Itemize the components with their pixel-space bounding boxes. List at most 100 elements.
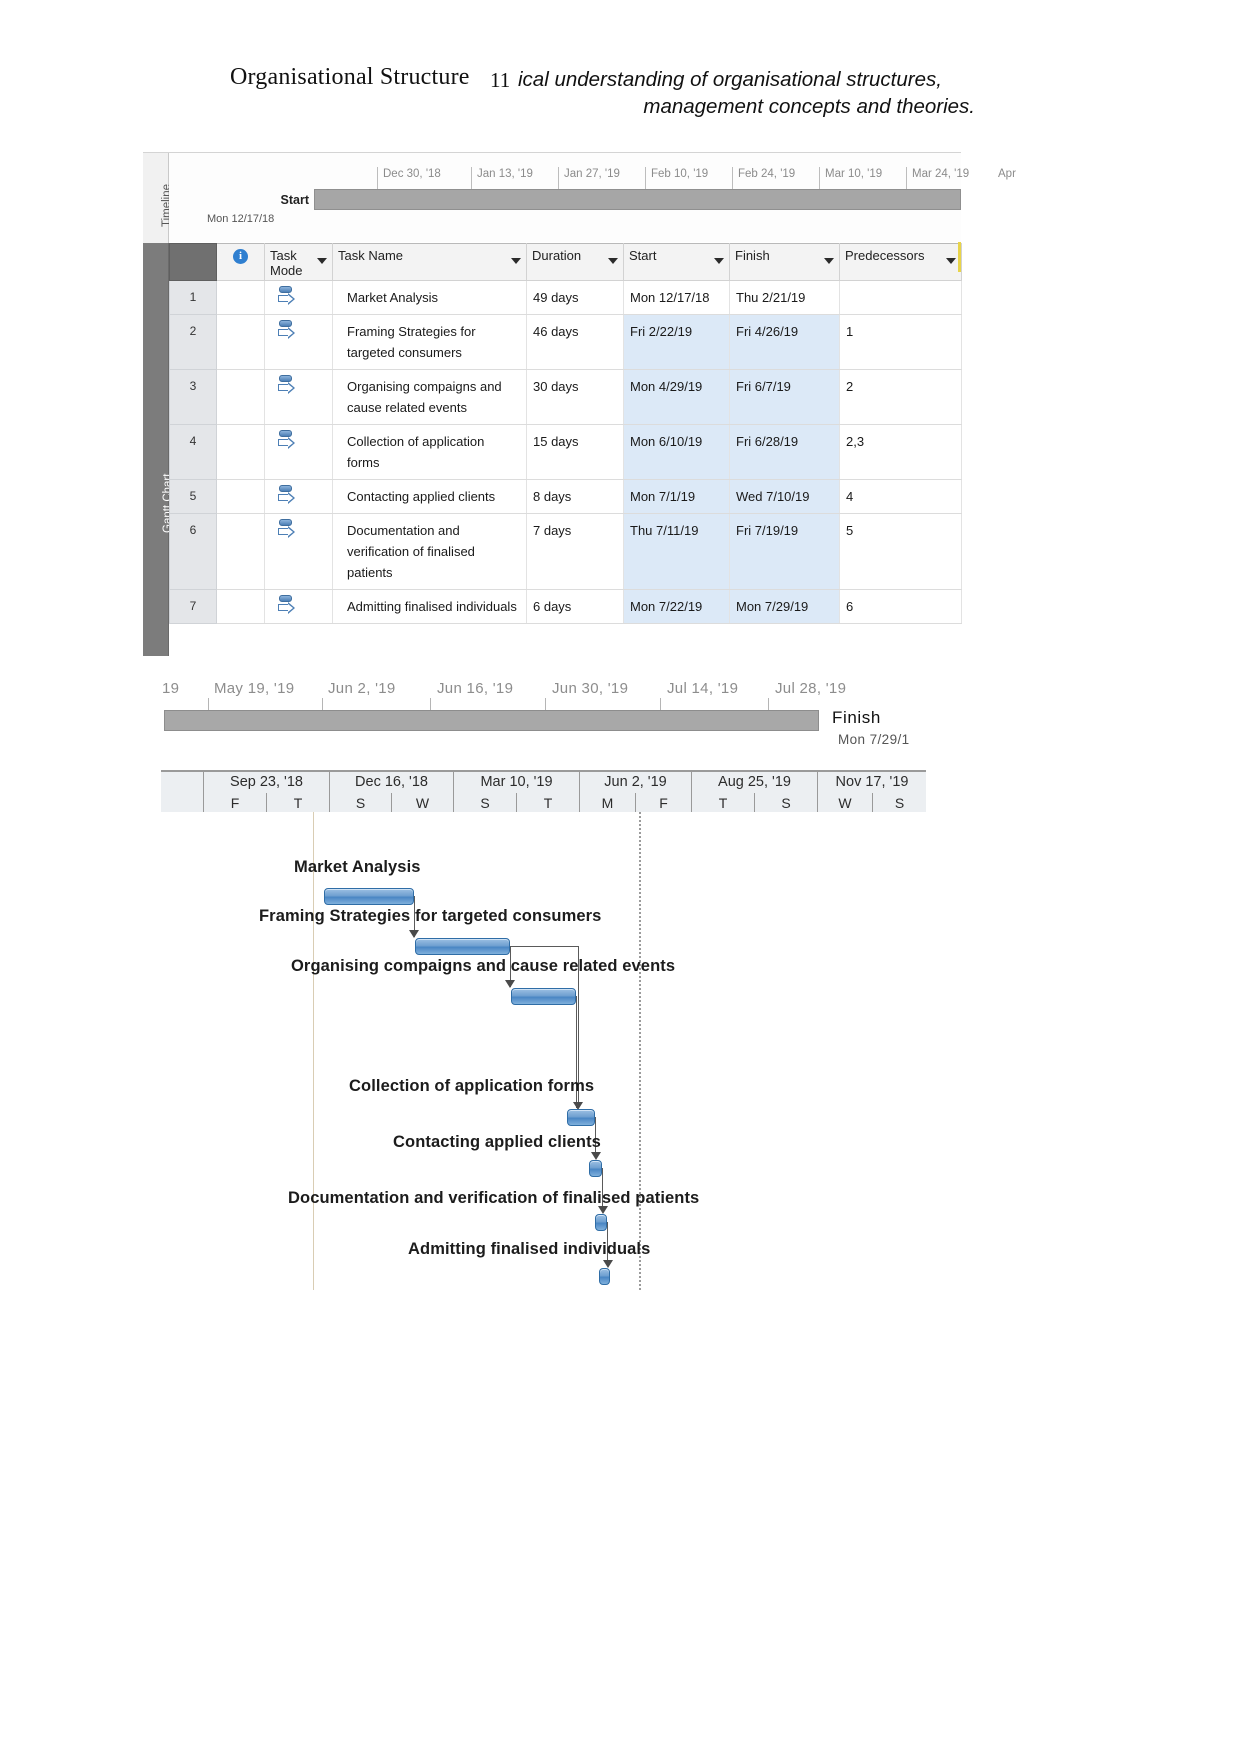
row-indicator[interactable] bbox=[216, 369, 265, 425]
row-finish[interactable]: Fri 6/28/19 bbox=[729, 424, 840, 480]
chevron-down-icon[interactable] bbox=[608, 258, 618, 264]
row-predecessors[interactable]: 2,3 bbox=[839, 424, 962, 480]
row-duration[interactable]: 30 days bbox=[526, 369, 624, 425]
gantt-bar-label: Admitting finalised individuals bbox=[408, 1240, 651, 1258]
gantt-bar[interactable] bbox=[415, 938, 510, 955]
row-task-name[interactable]: Contacting applied clients bbox=[332, 479, 527, 514]
table-row[interactable]: 3 Organising compaigns and cause related… bbox=[169, 369, 962, 425]
table-row[interactable]: 4 Collection of application forms 15 day… bbox=[169, 424, 962, 480]
row-task-name[interactable]: Collection of application forms bbox=[332, 424, 527, 480]
row-task-name[interactable]: Organising compaigns and cause related e… bbox=[332, 369, 527, 425]
row-task-mode[interactable] bbox=[264, 589, 333, 624]
chevron-down-icon[interactable] bbox=[824, 258, 834, 264]
column-header-finish[interactable]: Finish bbox=[729, 243, 840, 281]
gantt-bar[interactable] bbox=[589, 1160, 602, 1177]
gantt-bar[interactable] bbox=[567, 1109, 595, 1126]
row-start[interactable]: Mon 7/1/19 bbox=[623, 479, 730, 514]
row-id[interactable]: 4 bbox=[169, 424, 217, 480]
row-id[interactable]: 7 bbox=[169, 589, 217, 624]
row-id[interactable]: 6 bbox=[169, 513, 217, 590]
row-duration[interactable]: 46 days bbox=[526, 314, 624, 370]
row-finish[interactable]: Fri 7/19/19 bbox=[729, 513, 840, 590]
timeline2-span-bar[interactable] bbox=[164, 710, 819, 731]
column-header-task-name[interactable]: Task Name bbox=[332, 243, 527, 281]
column-header-label: Finish bbox=[735, 248, 770, 263]
table-row[interactable]: 7 Admitting finalised individuals 6 days… bbox=[169, 589, 962, 624]
table-row[interactable]: 1 Market Analysis 49 days Mon 12/17/18 T… bbox=[169, 280, 962, 315]
timeline-finish-label: Finish bbox=[832, 708, 881, 727]
gantt-day-cell: S bbox=[754, 793, 817, 814]
row-task-mode[interactable] bbox=[264, 513, 333, 590]
gantt-bar[interactable] bbox=[599, 1268, 610, 1285]
row-task-mode[interactable] bbox=[264, 479, 333, 514]
row-indicator[interactable] bbox=[216, 513, 265, 590]
gantt-bar[interactable] bbox=[511, 988, 576, 1005]
row-indicator[interactable] bbox=[216, 424, 265, 480]
row-duration[interactable]: 6 days bbox=[526, 589, 624, 624]
row-task-name[interactable]: Documentation and verification of finali… bbox=[332, 513, 527, 590]
row-indicator[interactable] bbox=[216, 589, 265, 624]
row-predecessors[interactable]: 2 bbox=[839, 369, 962, 425]
table-row[interactable]: 2 Framing Strategies for targeted consum… bbox=[169, 314, 962, 370]
row-finish[interactable]: Thu 2/21/19 bbox=[729, 280, 840, 315]
row-task-mode[interactable] bbox=[264, 369, 333, 425]
row-finish[interactable]: Wed 7/10/19 bbox=[729, 479, 840, 514]
gantt-day-cell: W bbox=[391, 793, 453, 814]
timeline-continuation[interactable]: 19 May 19, '19 Jun 2, '19 Jun 16, '19 Ju… bbox=[160, 680, 960, 760]
table-row[interactable]: 6 Documentation and verification of fina… bbox=[169, 513, 962, 590]
table-row[interactable]: 5 Contacting applied clients 8 days Mon … bbox=[169, 479, 962, 514]
row-duration[interactable]: 7 days bbox=[526, 513, 624, 590]
row-id[interactable]: 5 bbox=[169, 479, 217, 514]
row-predecessors[interactable]: 4 bbox=[839, 479, 962, 514]
gantt-chart-strip[interactable] bbox=[143, 243, 169, 656]
gantt-bar[interactable] bbox=[595, 1214, 607, 1231]
row-duration[interactable]: 49 days bbox=[526, 280, 624, 315]
row-task-mode[interactable] bbox=[264, 424, 333, 480]
chevron-down-icon[interactable] bbox=[511, 258, 521, 264]
row-indicator[interactable] bbox=[216, 479, 265, 514]
row-indicator[interactable] bbox=[216, 280, 265, 315]
timeline-span-bar[interactable] bbox=[314, 189, 961, 210]
gantt-bar[interactable] bbox=[324, 888, 414, 905]
row-start[interactable]: Fri 2/22/19 bbox=[623, 314, 730, 370]
column-header-start[interactable]: Start bbox=[623, 243, 730, 281]
row-finish[interactable]: Fri 4/26/19 bbox=[729, 314, 840, 370]
task-table-body: 1 Market Analysis 49 days Mon 12/17/18 T… bbox=[169, 280, 962, 624]
timeline-band[interactable]: Dec 30, '18 Jan 13, '19 Jan 27, '19 Feb … bbox=[169, 153, 1016, 243]
column-header-predecessors[interactable]: Predecessors bbox=[839, 243, 962, 281]
row-predecessors[interactable]: 5 bbox=[839, 513, 962, 590]
row-predecessors[interactable]: 1 bbox=[839, 314, 962, 370]
row-id[interactable]: 2 bbox=[169, 314, 217, 370]
column-header-indicators[interactable]: i bbox=[216, 243, 265, 281]
row-predecessors[interactable]: 6 bbox=[839, 589, 962, 624]
row-finish[interactable]: Fri 6/7/19 bbox=[729, 369, 840, 425]
row-start[interactable]: Mon 12/17/18 bbox=[623, 280, 730, 315]
row-task-name[interactable]: Market Analysis bbox=[332, 280, 527, 315]
column-header-task-mode[interactable]: Task Mode bbox=[264, 243, 333, 281]
column-header-duration[interactable]: Duration bbox=[526, 243, 624, 281]
row-start[interactable]: Thu 7/11/19 bbox=[623, 513, 730, 590]
row-task-name[interactable]: Framing Strategies for targeted consumer… bbox=[332, 314, 527, 370]
row-finish[interactable]: Mon 7/29/19 bbox=[729, 589, 840, 624]
timeline2-tickmark bbox=[430, 698, 431, 710]
row-start[interactable]: Mon 4/29/19 bbox=[623, 369, 730, 425]
column-header-id[interactable] bbox=[169, 243, 217, 281]
row-duration[interactable]: 8 days bbox=[526, 479, 624, 514]
row-task-mode[interactable] bbox=[264, 314, 333, 370]
chevron-down-icon[interactable] bbox=[714, 258, 724, 264]
row-predecessors[interactable] bbox=[839, 280, 962, 315]
row-duration[interactable]: 15 days bbox=[526, 424, 624, 480]
gantt-bar-label: Collection of application forms bbox=[349, 1077, 595, 1095]
timeline-tick: Jan 27, '19 bbox=[558, 167, 620, 191]
chevron-down-icon[interactable] bbox=[317, 258, 327, 264]
row-start[interactable]: Mon 6/10/19 bbox=[623, 424, 730, 480]
row-indicator[interactable] bbox=[216, 314, 265, 370]
gantt-bar-label: Documentation and verification of finali… bbox=[288, 1189, 700, 1207]
row-start[interactable]: Mon 7/22/19 bbox=[623, 589, 730, 624]
row-task-mode[interactable] bbox=[264, 280, 333, 315]
row-id[interactable]: 3 bbox=[169, 369, 217, 425]
row-id[interactable]: 1 bbox=[169, 280, 217, 315]
gantt-link-arrow-icon bbox=[591, 1152, 601, 1160]
chevron-down-icon[interactable] bbox=[946, 258, 956, 264]
row-task-name[interactable]: Admitting finalised individuals bbox=[332, 589, 527, 624]
